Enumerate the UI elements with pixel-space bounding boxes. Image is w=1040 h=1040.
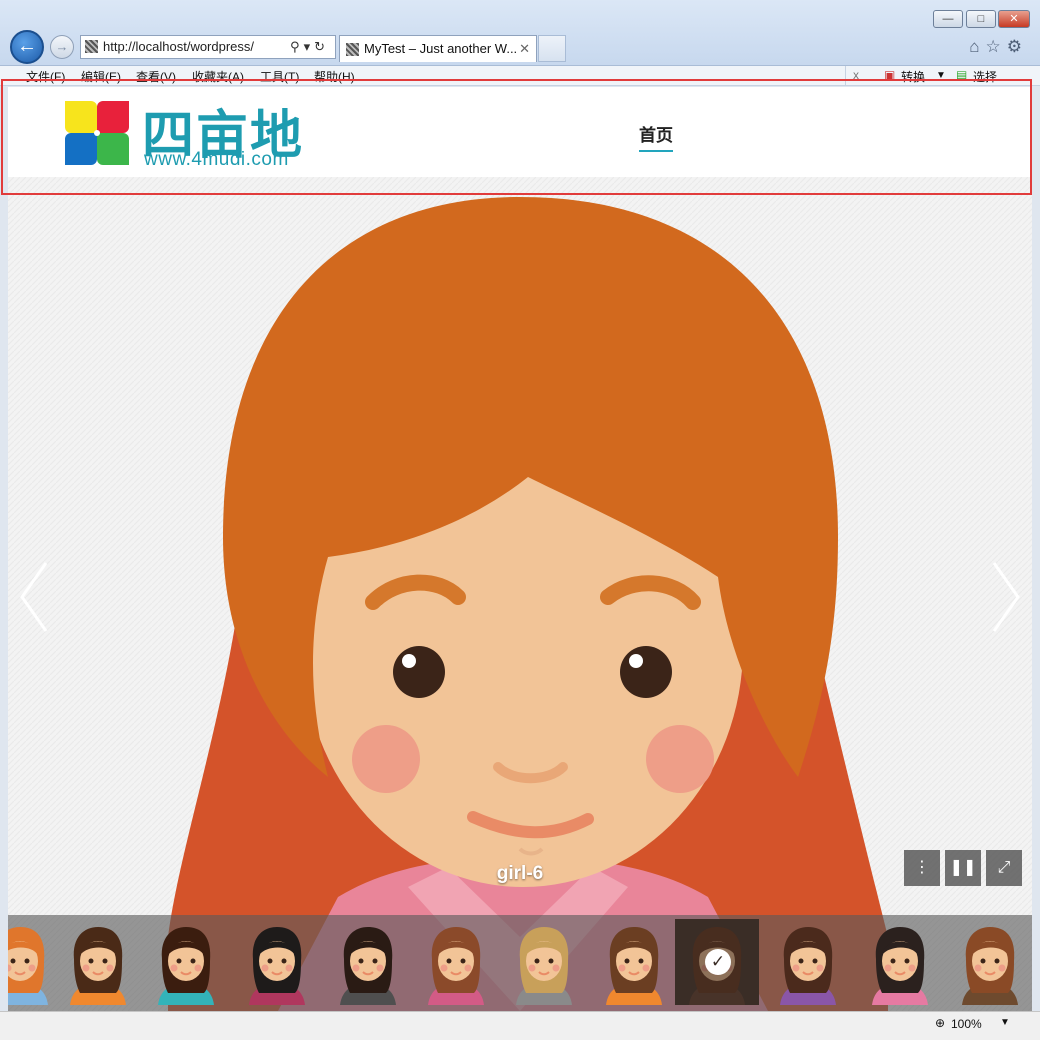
address-tools[interactable]: ⚲▾↻ <box>290 36 329 58</box>
thumbnail-item[interactable] <box>235 919 319 1005</box>
close-toolbar-icon[interactable]: x <box>853 68 859 82</box>
pause-icon: ❚❚ <box>949 859 977 876</box>
nav-home-link[interactable]: 首页 <box>639 121 673 152</box>
thumbnail-item[interactable] <box>144 919 228 1005</box>
menu-view[interactable]: 查看(V) <box>136 68 176 85</box>
new-tab-button[interactable] <box>538 35 566 62</box>
menu-file[interactable]: 文件(F) <box>26 68 65 85</box>
zoom-level[interactable]: 100% <box>951 1017 982 1031</box>
arrow-right-icon: → <box>55 39 69 54</box>
menu-help[interactable]: 帮助(H) <box>314 68 355 85</box>
toolbar-icons: ⌂☆⚙ <box>969 37 1028 57</box>
avatar-thumbnail-icon <box>516 927 572 1005</box>
page-viewport: 四亩地 www.4mudi.com 首页 girl-6 ⋮ ❚❚ ⤢ ✓ <box>8 87 1032 1011</box>
avatar-thumbnail-icon <box>428 927 484 1005</box>
translate-dropdown-icon[interactable]: ▼ <box>936 70 946 81</box>
close-tab-icon[interactable]: ✕ <box>519 36 530 61</box>
menu-bar: 文件(F) 编辑(E) 查看(V) 收藏夹(A) 工具(T) 帮助(H) x ▣… <box>0 66 1040 86</box>
slider-prev-arrow-icon[interactable] <box>14 557 54 637</box>
select-icon: ▤ <box>956 68 968 82</box>
checkmark-icon: ✓ <box>705 949 731 975</box>
fullscreen-icon: ⤢ <box>997 859 1011 876</box>
browser-titlebar: — □ ✕ ← → http://localhost/wordpress/ ⚲▾… <box>0 0 1040 66</box>
maximize-button[interactable]: □ <box>966 10 996 28</box>
translate-icon: ▣ <box>884 68 896 82</box>
avatar-thumbnail-icon <box>8 927 48 1005</box>
gear-icon[interactable]: ⚙ <box>1007 37 1028 56</box>
thumbnail-item[interactable]: ✓ <box>675 919 759 1005</box>
menu-divider <box>845 66 846 86</box>
menu-favorites[interactable]: 收藏夹(A) <box>192 68 244 85</box>
zoom-icon: ⊕ <box>935 1016 946 1030</box>
site-header: 四亩地 www.4mudi.com 首页 <box>8 87 1032 177</box>
thumbnail-item[interactable] <box>766 919 850 1005</box>
forward-button[interactable]: → <box>50 35 74 59</box>
thumbnail-item[interactable] <box>592 919 676 1005</box>
slide-image-girl-illustration <box>8 177 1032 1011</box>
menu-edit[interactable]: 编辑(E) <box>81 68 121 85</box>
thumbnail-item[interactable] <box>56 919 140 1005</box>
avatar-thumbnail-icon <box>606 927 662 1005</box>
tab-favicon-icon <box>346 43 359 56</box>
slide-caption: girl-6 <box>496 863 544 884</box>
menu-tools[interactable]: 工具(T) <box>260 68 299 85</box>
avatar-thumbnail-icon <box>962 927 1018 1005</box>
dots-icon: ⋮ <box>914 859 930 876</box>
four-leaf-logo-icon[interactable] <box>63 99 131 167</box>
thumbnail-strip: ✓ <box>8 915 1032 1011</box>
dropdown-icon[interactable]: ▾ <box>304 39 315 54</box>
avatar-thumbnail-icon <box>780 927 836 1005</box>
site-favicon-icon <box>85 40 98 53</box>
close-window-button[interactable]: ✕ <box>998 10 1030 28</box>
address-url: http://localhost/wordpress/ <box>103 39 255 54</box>
avatar-thumbnail-icon <box>340 927 396 1005</box>
logo-url-text[interactable]: www.4mudi.com <box>144 149 289 171</box>
favorites-star-icon[interactable]: ☆ <box>986 37 1007 56</box>
vertical-scrollbar[interactable] <box>1032 87 1040 1011</box>
refresh-icon[interactable]: ↻ <box>314 39 329 54</box>
home-icon[interactable]: ⌂ <box>969 37 985 56</box>
slider-next-arrow-icon[interactable] <box>986 557 1026 637</box>
address-bar[interactable]: http://localhost/wordpress/ ⚲▾↻ <box>80 35 336 59</box>
fullscreen-button[interactable]: ⤢ <box>986 850 1022 886</box>
search-icon[interactable]: ⚲ <box>290 39 304 54</box>
avatar-thumbnail-icon <box>158 927 214 1005</box>
thumbnail-item[interactable] <box>502 919 586 1005</box>
image-slider: girl-6 ⋮ ❚❚ ⤢ ✓ <box>8 177 1032 1011</box>
avatar-thumbnail-icon <box>70 927 126 1005</box>
tab-title: MyTest – Just another W... <box>364 41 518 56</box>
thumbnail-item[interactable] <box>8 919 62 1005</box>
browser-tab[interactable]: MyTest – Just another W... ✕ <box>339 35 537 62</box>
thumbnail-item[interactable] <box>414 919 498 1005</box>
status-bar: ⊕ 100% ▼ <box>0 1011 1040 1040</box>
avatar-thumbnail-icon <box>872 927 928 1005</box>
zoom-dropdown-icon[interactable]: ▼ <box>1000 1017 1010 1028</box>
pause-button[interactable]: ❚❚ <box>945 850 981 886</box>
arrow-left-icon: ← <box>17 35 37 57</box>
minimize-button[interactable]: — <box>933 10 963 28</box>
select-button[interactable]: 选择 <box>973 68 997 85</box>
thumbnail-item[interactable] <box>948 919 1032 1005</box>
back-button[interactable]: ← <box>10 30 44 64</box>
avatar-thumbnail-icon <box>249 927 305 1005</box>
translate-button[interactable]: 转换 <box>901 68 925 85</box>
thumbnail-item[interactable] <box>858 919 942 1005</box>
thumbnail-item[interactable] <box>326 919 410 1005</box>
thumbnails-toggle-button[interactable]: ⋮ <box>904 850 940 886</box>
